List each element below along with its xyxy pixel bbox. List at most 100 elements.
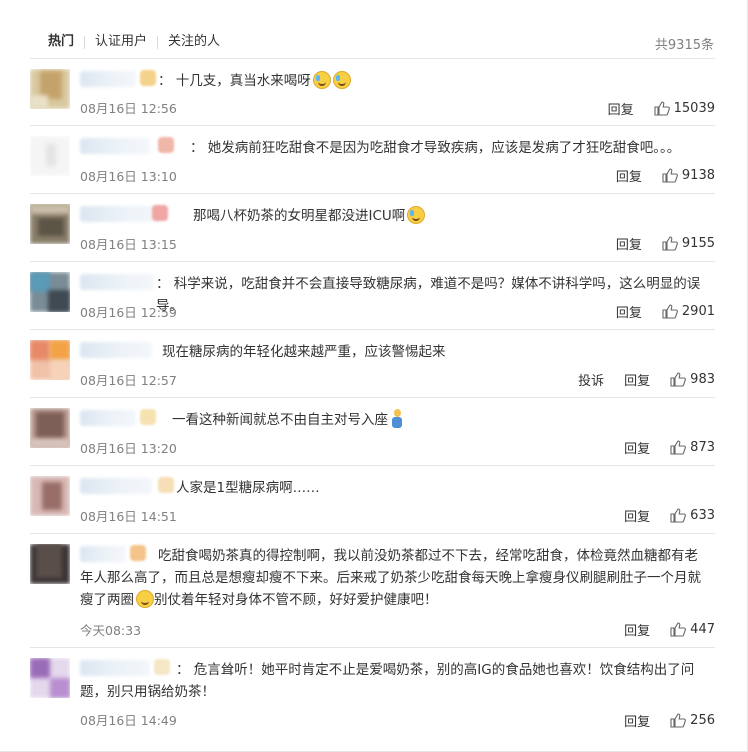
comment-time: 08月16日 14:49 xyxy=(80,713,177,728)
username-blurred[interactable] xyxy=(80,342,152,358)
comment-text: 人家是1型糖尿病啊…… xyxy=(176,480,320,496)
comment-total-count: 共9315条 xyxy=(654,38,714,53)
like-count: 873 xyxy=(690,440,715,455)
avatar[interactable] xyxy=(30,69,70,109)
avatar[interactable] xyxy=(30,204,70,244)
comment-item: ： 科学来说，吃甜食并不会直接导致糖尿病，难道不是吗？媒体不讲科学吗，这么明显的… xyxy=(30,262,715,330)
reply-button[interactable]: 回复 xyxy=(616,166,642,185)
like-button[interactable]: 256 xyxy=(670,713,715,728)
comment-actions: 投诉 回复 983 xyxy=(558,370,715,389)
comment-actions: 回复 9138 xyxy=(596,166,715,185)
like-button[interactable]: 983 xyxy=(670,372,715,387)
thumbs-up-icon xyxy=(670,440,687,455)
reply-button[interactable]: 回复 xyxy=(624,370,650,389)
avatar[interactable] xyxy=(30,408,70,448)
username-blurred[interactable] xyxy=(80,274,154,290)
comment-item: ： 她发病前狂吃甜食不是因为吃甜食才导致疾病，应该是发病了才狂吃甜食吧。。。 0… xyxy=(30,126,715,194)
reply-button[interactable]: 回复 xyxy=(616,234,642,253)
user-badge xyxy=(152,205,168,221)
comment-time: 08月16日 13:10 xyxy=(80,169,177,184)
comment-actions: 回复 15039 xyxy=(588,99,715,118)
reply-button[interactable]: 回复 xyxy=(624,506,650,525)
like-button[interactable]: 2901 xyxy=(662,304,715,319)
avatar[interactable] xyxy=(30,272,70,312)
comment-time: 08月16日 14:51 xyxy=(80,509,177,524)
report-button[interactable]: 投诉 xyxy=(578,370,604,389)
like-button[interactable]: 873 xyxy=(670,440,715,455)
comment-time: 08月16日 12:59 xyxy=(80,305,177,320)
comment-text: ： 十几支，真当水来喝呀 xyxy=(158,70,709,92)
thumbs-up-icon xyxy=(662,236,678,251)
comment-time: 08月16日 12:56 xyxy=(80,101,177,116)
like-count: 2901 xyxy=(681,304,715,319)
avatar[interactable] xyxy=(30,658,70,698)
person-emoji xyxy=(391,409,403,429)
like-count: 15039 xyxy=(673,101,715,116)
username-blurred[interactable] xyxy=(80,478,152,494)
comment-text: ： 她发病前狂吃甜食不是因为吃甜食才导致疾病，应该是发病了才狂吃甜食吧。。。 xyxy=(190,140,681,156)
comment-time: 08月16日 13:15 xyxy=(80,237,177,252)
comment-actions: 回复 9155 xyxy=(596,234,715,253)
thumbs-up-icon xyxy=(670,622,687,637)
comment-time: 08月16日 12:57 xyxy=(80,373,177,388)
user-badge xyxy=(158,137,174,153)
reply-button[interactable]: 回复 xyxy=(624,438,650,457)
avatar[interactable] xyxy=(30,340,70,380)
comment-item: 吃甜食喝奶茶真的得控制啊，我以前没奶茶都过不下去，经常吃甜食，体检竟然血糖都有老… xyxy=(30,534,715,648)
comment-filter-tabs: 热门 认证用户 关注的人 xyxy=(48,30,230,54)
comment-item: ： 十几支，真当水来喝呀 08月16日 12:56 回复 15039 xyxy=(30,59,715,126)
username-blurred[interactable] xyxy=(80,206,160,222)
like-count: 9155 xyxy=(681,236,715,251)
comment-item: ： 危言耸听！她平时肯定不止是爱喝奶茶，别的高IG的食品她也喜欢！饮食结构出了问… xyxy=(30,648,715,740)
comment-time: 今天08:33 xyxy=(80,623,142,638)
avatar[interactable] xyxy=(30,544,70,584)
thumbs-up-icon xyxy=(654,101,670,116)
grin-emoji xyxy=(136,590,154,608)
thumbs-up-icon xyxy=(670,508,687,523)
like-count: 256 xyxy=(690,713,715,728)
like-button[interactable]: 633 xyxy=(670,508,715,523)
reply-button[interactable]: 回复 xyxy=(624,620,650,639)
reply-button[interactable]: 回复 xyxy=(624,711,650,730)
comment-actions: 回复 447 xyxy=(604,620,715,639)
comment-item: 人家是1型糖尿病啊…… 08月16日 14:51 回复 633 xyxy=(30,466,715,534)
avatar[interactable] xyxy=(30,476,70,516)
comment-text: ： 危言耸听！她平时肯定不止是爱喝奶茶，别的高IG的食品她也喜欢！饮食结构出了问… xyxy=(80,662,695,700)
comment-item: 现在糖尿病的年轻化越来越严重，应该警惕起来 08月16日 12:57 投诉 回复… xyxy=(30,330,715,398)
tab-hot[interactable]: 热门 xyxy=(48,31,84,53)
comment-item: 那喝八杯奶茶的女明星都没进ICU啊 08月16日 13:15 回复 9155 xyxy=(30,194,715,262)
tab-following[interactable]: 关注的人 xyxy=(158,31,230,53)
user-badge xyxy=(140,70,156,86)
tab-verified-users[interactable]: 认证用户 xyxy=(85,31,157,53)
comment-item: 一看这种新闻就总不由自主对号入座 08月16日 13:20 回复 873 xyxy=(30,398,715,466)
like-count: 447 xyxy=(690,622,715,637)
avatar[interactable] xyxy=(30,136,70,176)
username-blurred[interactable] xyxy=(80,410,136,426)
laugh-cry-emoji xyxy=(332,71,351,89)
like-count: 9138 xyxy=(681,168,715,183)
comment-text: 现在糖尿病的年轻化越来越严重，应该警惕起来 xyxy=(162,344,446,360)
reply-button[interactable]: 回复 xyxy=(616,302,642,321)
like-button[interactable]: 9155 xyxy=(662,236,715,251)
user-badge xyxy=(140,409,156,425)
thumbs-up-icon xyxy=(662,168,678,183)
like-button[interactable]: 15039 xyxy=(654,101,715,116)
thumbs-up-icon xyxy=(670,713,687,728)
reply-button[interactable]: 回复 xyxy=(608,99,634,118)
comment-time: 08月16日 13:20 xyxy=(80,441,177,456)
like-count: 633 xyxy=(690,508,715,523)
like-count: 983 xyxy=(690,372,715,387)
username-blurred[interactable] xyxy=(80,138,150,154)
comment-actions: 回复 633 xyxy=(604,506,715,525)
comment-actions: 回复 2901 xyxy=(596,302,715,321)
comment-actions: 回复 256 xyxy=(604,711,715,730)
like-button[interactable]: 9138 xyxy=(662,168,715,183)
comment-text: 吃甜食喝奶茶真的得控制啊，我以前没奶茶都过不下去，经常吃甜食，体检竟然血糖都有老… xyxy=(80,548,701,608)
username-blurred[interactable] xyxy=(80,71,136,87)
comment-text: 那喝八杯奶茶的女明星都没进ICU啊 xyxy=(193,205,709,227)
user-badge xyxy=(158,477,174,493)
laugh-cry-emoji xyxy=(312,71,331,89)
comment-actions: 回复 873 xyxy=(604,438,715,457)
thumbs-up-icon xyxy=(662,304,678,319)
like-button[interactable]: 447 xyxy=(670,622,715,637)
